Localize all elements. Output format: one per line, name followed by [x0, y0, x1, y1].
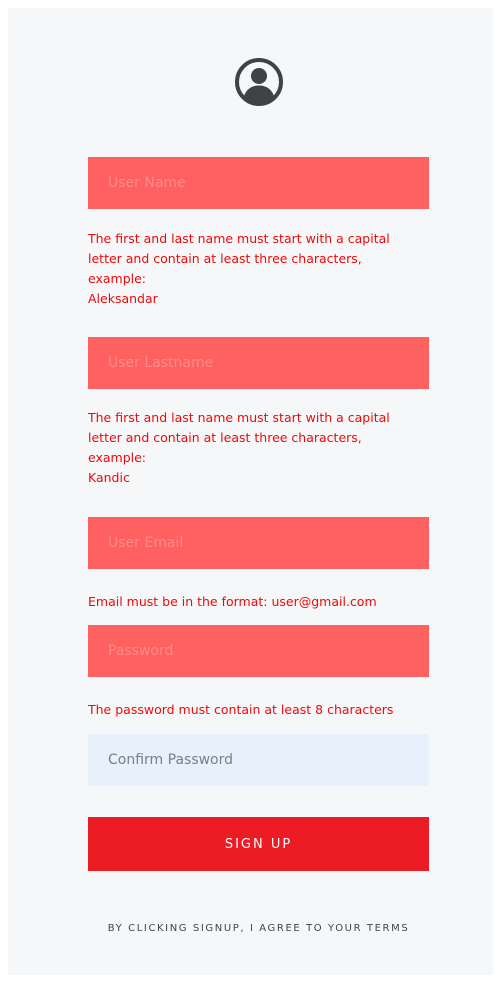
lastname-error-message: The first and last name must start with … — [88, 410, 390, 485]
password-error-message: The password must contain at least 8 cha… — [88, 702, 394, 717]
user-email-input[interactable] — [88, 517, 429, 569]
password-input[interactable] — [88, 625, 429, 677]
user-lastname-input[interactable] — [88, 337, 429, 389]
name-error-message: The first and last name must start with … — [88, 231, 390, 306]
sign-up-button[interactable]: SIGN UP — [88, 817, 429, 871]
user-avatar-icon — [235, 58, 283, 106]
terms-notice: BY CLICKING SIGNUP, I AGREE TO YOUR TERM… — [107, 923, 410, 934]
email-error-message: Email must be in the format: user@gmail.… — [88, 594, 377, 609]
user-name-input[interactable] — [88, 157, 429, 209]
confirm-password-input[interactable] — [88, 734, 429, 786]
